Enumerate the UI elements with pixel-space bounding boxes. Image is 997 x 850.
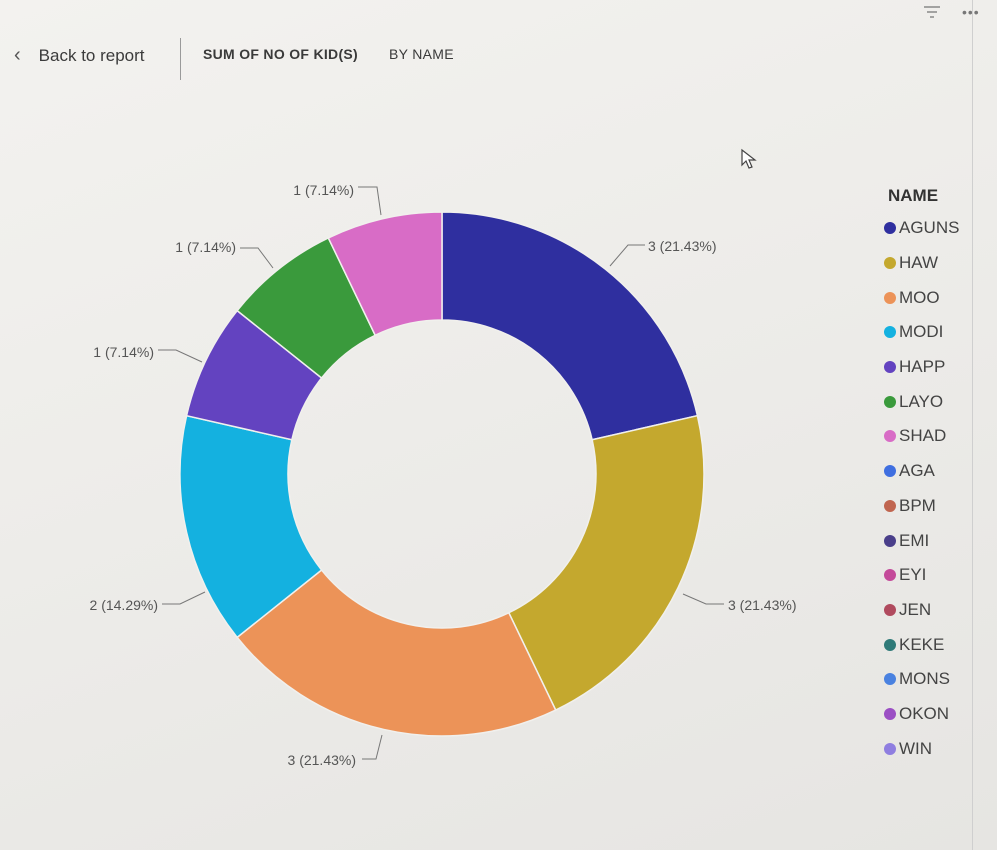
leader-line bbox=[240, 247, 274, 269]
legend-marker bbox=[884, 569, 896, 582]
legend-item[interactable]: MODI bbox=[884, 315, 959, 350]
legend-label: EMI bbox=[899, 530, 930, 550]
legend-label: SHAD bbox=[899, 426, 947, 446]
legend-item[interactable]: HAPP bbox=[884, 350, 959, 385]
report-visual-screen: ‹ Back to report SUM OF NO OF KID(S) BY … bbox=[0, 0, 997, 850]
data-label: 3 (21.43%) bbox=[648, 238, 716, 254]
legend-label: MOO bbox=[899, 287, 940, 307]
legend-label: HAW bbox=[899, 253, 939, 273]
legend-marker bbox=[884, 499, 896, 512]
legend-item[interactable]: AGUNS bbox=[884, 211, 959, 246]
leader-line bbox=[682, 593, 724, 605]
legend-marker bbox=[884, 430, 896, 443]
legend-label: AGA bbox=[899, 461, 935, 481]
data-label: 2 (14.29%) bbox=[90, 597, 158, 613]
legend-marker bbox=[884, 361, 896, 374]
legend-item[interactable]: JEN bbox=[884, 593, 959, 628]
pane-edge bbox=[972, 0, 973, 850]
legend-label: BPM bbox=[899, 495, 936, 515]
leader-line bbox=[358, 186, 382, 216]
legend-label: MONS bbox=[899, 669, 950, 689]
legend-item[interactable]: MONS bbox=[884, 662, 959, 697]
data-label: 3 (21.43%) bbox=[728, 597, 796, 613]
legend-item[interactable]: WIN bbox=[884, 731, 959, 766]
legend-item[interactable]: AGA bbox=[884, 454, 959, 489]
legend-item[interactable]: LAYO bbox=[884, 384, 959, 419]
data-label: 3 (21.43%) bbox=[288, 752, 356, 768]
data-label: 1 (7.14%) bbox=[93, 344, 154, 360]
legend-marker bbox=[884, 222, 896, 235]
legend-item[interactable]: EMI bbox=[884, 523, 959, 558]
data-label: 1 (7.14%) bbox=[293, 182, 354, 198]
legend-marker bbox=[884, 257, 896, 270]
legend-marker bbox=[884, 742, 896, 755]
legend-label: LAYO bbox=[899, 391, 944, 411]
legend-marker bbox=[884, 707, 896, 720]
legend-item[interactable]: BPM bbox=[884, 489, 959, 524]
data-label: 1 (7.14%) bbox=[175, 239, 236, 255]
legend-item[interactable]: HAW bbox=[884, 246, 959, 281]
legend-label: JEN bbox=[899, 599, 932, 619]
legend-marker bbox=[884, 326, 896, 339]
legend-label: OKON bbox=[899, 703, 950, 723]
legend-label: WIN bbox=[899, 738, 933, 758]
legend-label: HAPP bbox=[899, 357, 946, 377]
legend-label: KEKE bbox=[899, 634, 945, 654]
leader-line bbox=[162, 591, 206, 605]
legend-item[interactable]: OKON bbox=[884, 697, 959, 732]
legend-marker bbox=[884, 465, 896, 478]
legend-marker bbox=[884, 673, 896, 686]
legend-item[interactable]: SHAD bbox=[884, 419, 959, 454]
chart-legend: NAME AGUNS HAW MOO MODI HAPP LAYO SHAD AGA BPM EM… bbox=[884, 186, 959, 766]
legend-label: MODI bbox=[899, 322, 944, 342]
donut-chart: 3 (21.43%) 3 (21.43%) 3 (21.43%) 2 (14.29%)… bbox=[90, 182, 797, 768]
legend-item[interactable]: KEKE bbox=[884, 627, 959, 662]
legend-label: AGUNS bbox=[899, 218, 960, 238]
legend-title: NAME bbox=[888, 186, 939, 205]
leader-line bbox=[158, 349, 203, 363]
leader-line bbox=[609, 244, 645, 267]
legend-marker bbox=[884, 603, 896, 616]
legend-item[interactable]: MOO bbox=[884, 280, 959, 315]
leader-line bbox=[362, 734, 383, 760]
legend-item[interactable]: EYI bbox=[884, 558, 959, 593]
legend-marker bbox=[884, 395, 896, 408]
legend-marker bbox=[884, 534, 896, 547]
legend-marker bbox=[884, 638, 896, 651]
legend-label: EYI bbox=[899, 565, 927, 585]
legend-marker bbox=[884, 291, 896, 304]
donut-slice-haw[interactable] bbox=[507, 414, 705, 712]
